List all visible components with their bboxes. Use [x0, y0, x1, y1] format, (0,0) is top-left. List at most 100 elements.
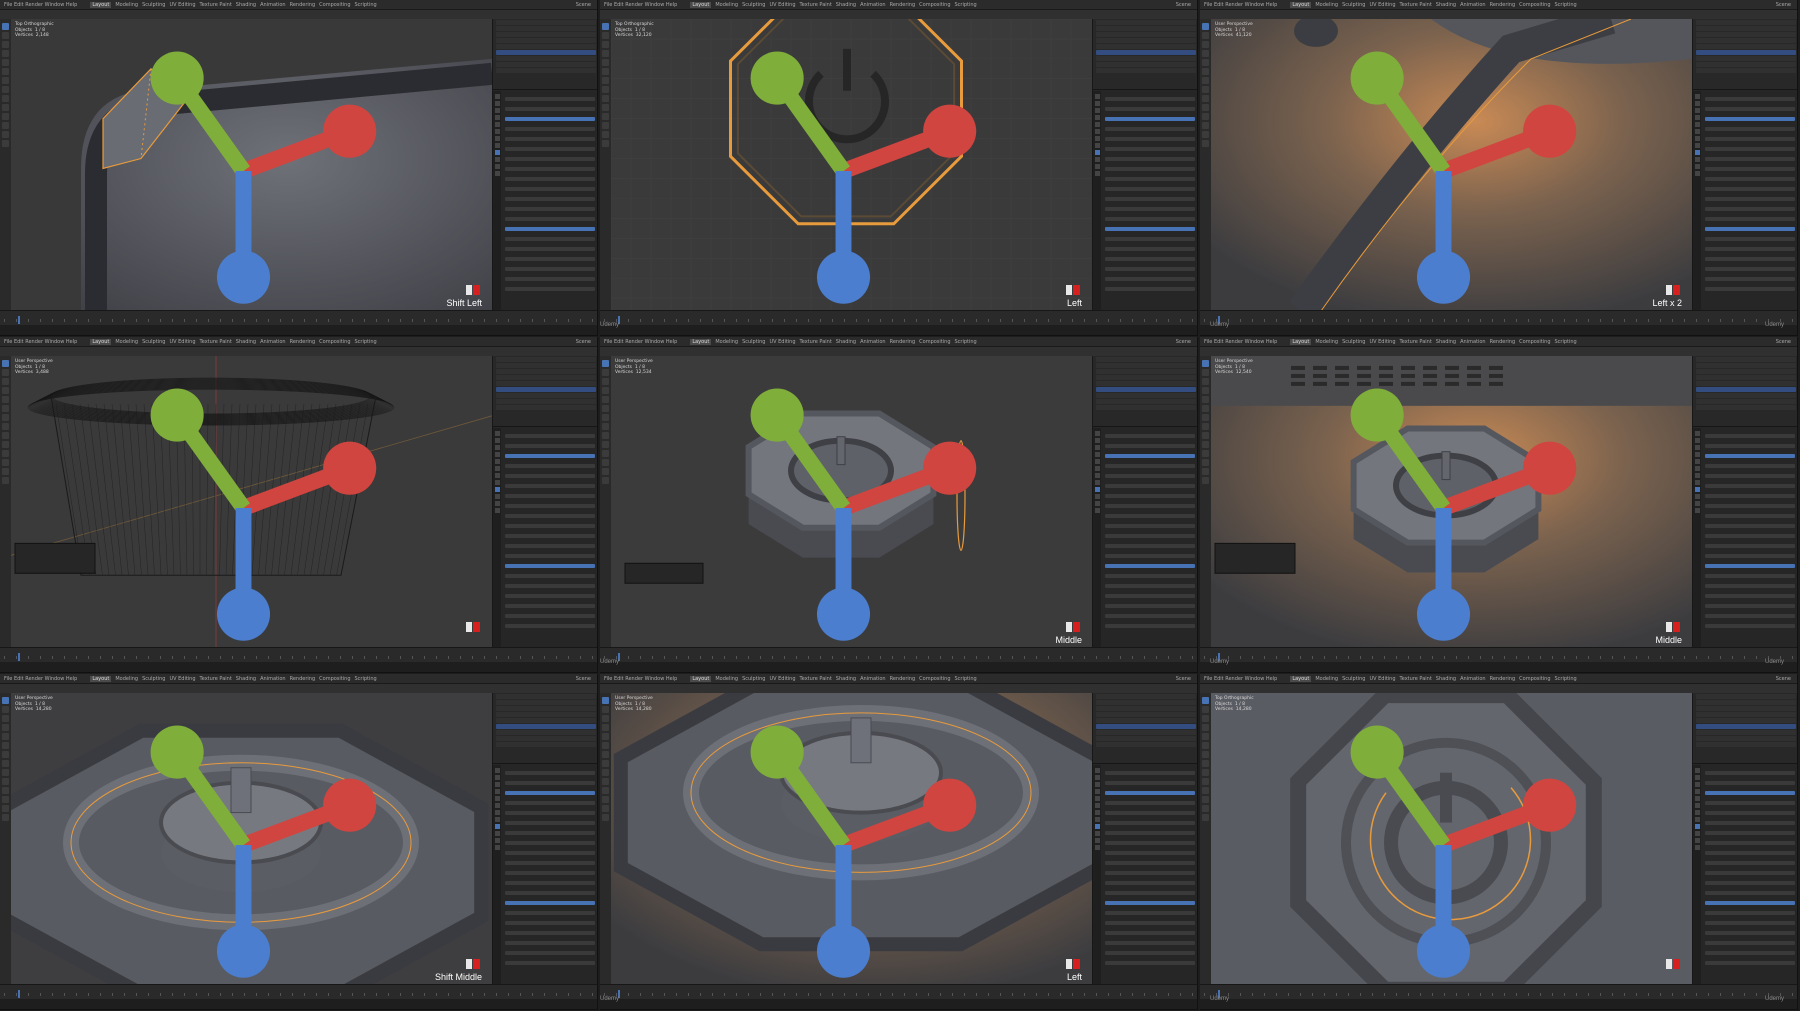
- properties-tab[interactable]: [1094, 115, 1100, 120]
- property-field[interactable]: [1705, 287, 1795, 291]
- outliner-row[interactable]: [1696, 405, 1796, 410]
- property-field[interactable]: [505, 444, 595, 448]
- outliner-row[interactable]: [1096, 26, 1196, 31]
- property-field[interactable]: [1105, 584, 1195, 588]
- tool-button[interactable]: [602, 706, 609, 713]
- navigation-gizmo-icon[interactable]: [1211, 25, 1684, 311]
- property-field[interactable]: [1705, 624, 1795, 628]
- timeline[interactable]: [600, 310, 1197, 325]
- outliner-row[interactable]: [1096, 387, 1196, 392]
- property-field[interactable]: [505, 781, 595, 785]
- outliner-row[interactable]: [1696, 399, 1796, 404]
- tool-button[interactable]: [602, 423, 609, 430]
- tool-button[interactable]: [1202, 387, 1209, 394]
- outliner-row[interactable]: [1096, 399, 1196, 404]
- tool-button[interactable]: [1202, 724, 1209, 731]
- properties-tab[interactable]: [494, 838, 500, 843]
- properties-tab[interactable]: [494, 775, 500, 780]
- tool-button[interactable]: [1202, 140, 1209, 147]
- property-field[interactable]: [1105, 771, 1195, 775]
- timeline[interactable]: [0, 984, 597, 999]
- properties-tab[interactable]: [1094, 445, 1100, 450]
- tool-button[interactable]: [1202, 778, 1209, 785]
- outliner-row[interactable]: [1696, 393, 1796, 398]
- tab-workspace[interactable]: Scripting: [955, 676, 977, 682]
- properties-tab[interactable]: [1694, 768, 1700, 773]
- tab-workspace[interactable]: Sculpting: [142, 2, 165, 8]
- main-menu[interactable]: File Edit Render Window Help: [1204, 2, 1277, 8]
- navigation-gizmo-icon[interactable]: [11, 699, 484, 985]
- property-field[interactable]: [1705, 217, 1795, 221]
- properties-tab[interactable]: [1094, 459, 1100, 464]
- property-field[interactable]: [505, 167, 595, 171]
- property-field[interactable]: [1705, 474, 1795, 478]
- tool-button[interactable]: [1202, 68, 1209, 75]
- properties-tab[interactable]: [1694, 164, 1700, 169]
- property-field[interactable]: [505, 941, 595, 945]
- property-field[interactable]: [1105, 544, 1195, 548]
- property-field[interactable]: [1105, 247, 1195, 251]
- properties-tab[interactable]: [1694, 466, 1700, 471]
- property-field[interactable]: [1705, 791, 1795, 795]
- tool-button[interactable]: [2, 468, 9, 475]
- outliner-row[interactable]: [1096, 375, 1196, 380]
- tab-workspace[interactable]: UV Editing: [169, 339, 195, 345]
- properties-tab[interactable]: [1094, 782, 1100, 787]
- tool-button[interactable]: [2, 459, 9, 466]
- tab-workspace[interactable]: Modeling: [1315, 2, 1338, 8]
- properties-tab[interactable]: [494, 480, 500, 485]
- properties-tab[interactable]: [494, 452, 500, 457]
- tool-button[interactable]: [2, 113, 9, 120]
- property-field[interactable]: [1105, 534, 1195, 538]
- properties-tab[interactable]: [494, 845, 500, 850]
- property-field[interactable]: [1705, 841, 1795, 845]
- tab-workspace[interactable]: Rendering: [890, 2, 916, 8]
- property-field[interactable]: [505, 841, 595, 845]
- timeline[interactable]: [600, 984, 1197, 999]
- property-field[interactable]: [505, 921, 595, 925]
- property-field[interactable]: [505, 187, 595, 191]
- property-field[interactable]: [1105, 831, 1195, 835]
- property-field[interactable]: [505, 851, 595, 855]
- tool-button[interactable]: [1202, 441, 1209, 448]
- tab-workspace[interactable]: Modeling: [715, 339, 738, 345]
- tool-button[interactable]: [1202, 113, 1209, 120]
- property-field[interactable]: [505, 801, 595, 805]
- tool-button[interactable]: [602, 477, 609, 484]
- tab-workspace[interactable]: Scripting: [355, 676, 377, 682]
- tool-button[interactable]: [1202, 50, 1209, 57]
- property-field[interactable]: [1705, 921, 1795, 925]
- properties-tab[interactable]: [1094, 831, 1100, 836]
- outliner-row[interactable]: [1096, 44, 1196, 49]
- outliner-row[interactable]: [496, 387, 596, 392]
- timeline-playhead[interactable]: [18, 316, 20, 324]
- tab-workspace[interactable]: Animation: [260, 339, 286, 345]
- properties-tab[interactable]: [494, 494, 500, 499]
- property-field[interactable]: [1105, 464, 1195, 468]
- properties-tab[interactable]: [494, 796, 500, 801]
- navigation-gizmo-icon[interactable]: [1211, 699, 1684, 985]
- property-field[interactable]: [1105, 287, 1195, 291]
- tab-workspace[interactable]: Scripting: [1555, 676, 1577, 682]
- property-field[interactable]: [1705, 931, 1795, 935]
- property-field[interactable]: [1705, 247, 1795, 251]
- property-field[interactable]: [1705, 831, 1795, 835]
- tool-button[interactable]: [2, 405, 9, 412]
- property-field[interactable]: [1105, 781, 1195, 785]
- tool-button[interactable]: [1202, 733, 1209, 740]
- tab-workspace[interactable]: Sculpting: [1342, 676, 1365, 682]
- property-field[interactable]: [1105, 941, 1195, 945]
- property-field[interactable]: [505, 871, 595, 875]
- property-field[interactable]: [1105, 444, 1195, 448]
- property-field[interactable]: [1105, 564, 1195, 568]
- tool-button[interactable]: [2, 396, 9, 403]
- property-field[interactable]: [1705, 127, 1795, 131]
- property-field[interactable]: [1705, 961, 1795, 965]
- tool-button[interactable]: [2, 59, 9, 66]
- outliner-row[interactable]: [496, 62, 596, 67]
- property-field[interactable]: [1705, 554, 1795, 558]
- property-field[interactable]: [1705, 851, 1795, 855]
- property-field[interactable]: [505, 227, 595, 231]
- outliner-row[interactable]: [1096, 694, 1196, 699]
- tool-button[interactable]: [2, 32, 9, 39]
